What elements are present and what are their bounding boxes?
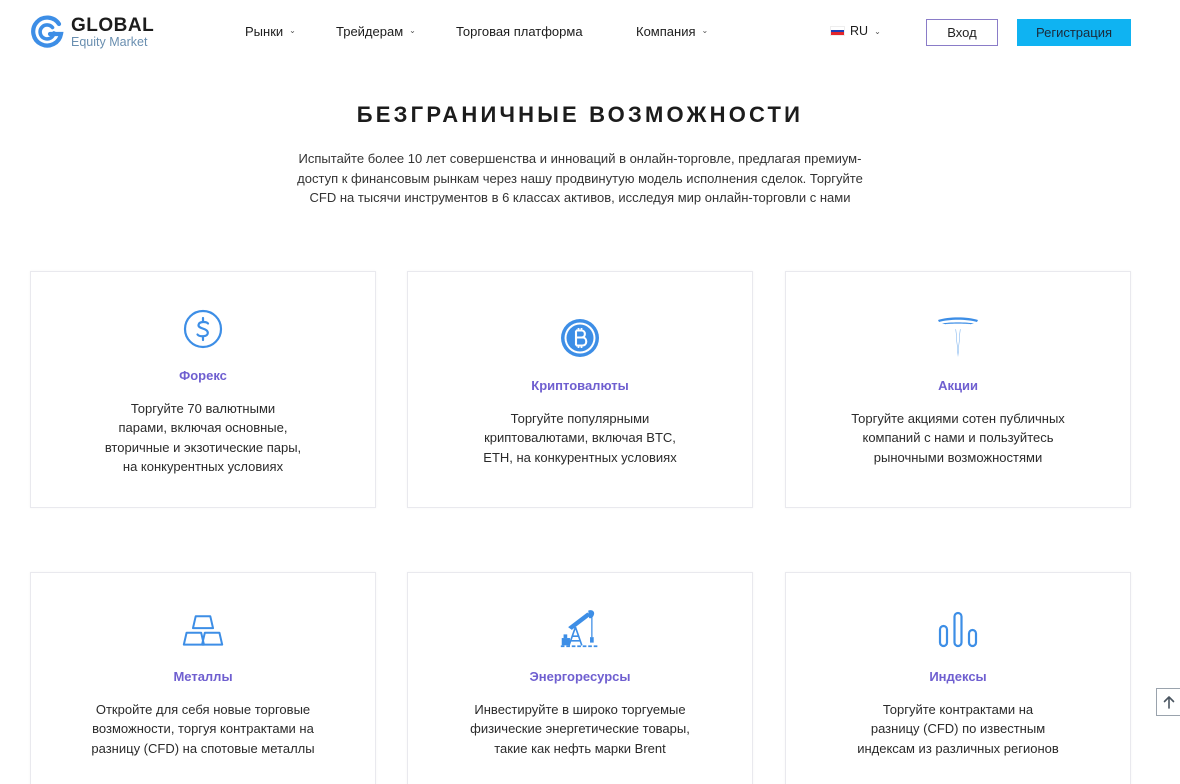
card-title: Форекс — [179, 368, 227, 383]
asset-card-energy[interactable]: Энергоресурсы Инвестируйте в широко торг… — [407, 572, 753, 784]
asset-card-indices[interactable]: Индексы Торгуйте контрактами на разницу … — [785, 572, 1131, 784]
card-line: компаний с нами и пользуйтесь — [862, 430, 1054, 446]
description-line: доступ к финансовым рынкам через нашу пр… — [297, 170, 863, 186]
nav-item-label: Компания — [636, 24, 696, 39]
arrow-up-icon — [1163, 696, 1175, 709]
russia-flag-icon — [830, 26, 845, 36]
card-line: разницу (CFD) по известным — [870, 721, 1046, 737]
section-description: Испытайте более 10 лет совершенства и ин… — [278, 149, 882, 208]
tesla-logo-icon — [938, 317, 978, 357]
asset-card-stocks[interactable]: Акции Торгуйте акциями сотен публичных к… — [785, 271, 1131, 508]
scroll-to-top-button[interactable] — [1156, 688, 1180, 716]
language-selector[interactable]: RU ⌄ — [830, 24, 881, 38]
chevron-down-icon: ⌄ — [701, 26, 709, 35]
card-title: Металлы — [173, 669, 233, 684]
chevron-down-icon: ⌄ — [409, 26, 416, 35]
card-line: Инвестируйте в широко торгуемые — [474, 702, 686, 717]
main-nav: Рынки ⌄ Трейдерам ⌄ Торговая платформа К… — [0, 24, 1180, 42]
description-line: CFD на тысячи инструментов в 6 классах а… — [309, 190, 851, 205]
nav-item-platform[interactable]: Торговая платформа — [456, 24, 583, 39]
card-line: возможности, торгуя контрактами на — [92, 721, 314, 737]
card-description: Торгуйте 70 валютными парами, включая ос… — [31, 399, 375, 476]
description-line: Испытайте более 10 лет совершенства и ин… — [298, 151, 862, 166]
card-line: рыночными возможностями — [873, 449, 1043, 465]
card-line: Откройте для себя новые торговые — [95, 702, 311, 717]
nav-item-label: Торговая платформа — [456, 24, 583, 39]
card-description: Торгуйте контрактами на разницу (CFD) по… — [786, 700, 1130, 758]
bar-chart-icon — [938, 611, 978, 648]
card-line: разницу (CFD) на спотовые металлы — [91, 740, 315, 756]
oil-pump-icon — [560, 610, 600, 648]
nav-item-label: Трейдерам — [336, 24, 404, 39]
card-line: на конкурентных условиях — [122, 458, 284, 474]
card-title: Энергоресурсы — [529, 669, 631, 684]
card-description: Торгуйте популярными криптовалютами, вкл… — [408, 409, 752, 467]
card-line: Торгуйте популярными — [510, 411, 650, 426]
card-description: Торгуйте акциями сотен публичных компани… — [786, 409, 1130, 467]
card-line: парами, включая основные, — [118, 420, 288, 436]
login-button[interactable]: Вход — [926, 19, 998, 46]
nav-item-markets[interactable]: Рынки ⌄ — [245, 24, 296, 39]
card-title: Индексы — [929, 669, 987, 684]
language-label: RU — [850, 24, 869, 38]
card-line: индексам из различных регионов — [857, 740, 1059, 756]
bitcoin-icon — [561, 319, 599, 357]
card-line: ETH, на конкурентных условиях — [483, 449, 677, 465]
chevron-down-icon: ⌄ — [289, 26, 296, 35]
card-line: Торгуйте акциями сотен публичных — [851, 411, 1065, 426]
card-line: физические энергетические товары, — [470, 721, 690, 737]
asset-card-crypto[interactable]: Криптовалюты Торгуйте популярными крипто… — [407, 271, 753, 508]
asset-card-forex[interactable]: Форекс Торгуйте 70 валютными парами, вкл… — [30, 271, 376, 508]
card-line: вторичные и экзотические пары, — [104, 439, 302, 455]
card-line: Торгуйте 70 валютными — [130, 401, 276, 416]
card-title: Акции — [938, 378, 978, 393]
site-header: GLOBAL Equity Market Рынки ⌄ Трейдерам ⌄… — [0, 0, 1180, 66]
card-line: криптовалютами, включая BTC, — [484, 430, 676, 446]
nav-item-company[interactable]: Компания ⌄ — [636, 24, 708, 39]
card-description: Инвестируйте в широко торгуемые физическ… — [408, 700, 752, 758]
chevron-down-icon: ⌄ — [874, 26, 881, 36]
nav-item-label: Рынки — [245, 24, 284, 39]
dollar-coin-icon — [183, 309, 223, 349]
section-title: БЕЗГРАНИЧНЫЕ ВОЗМОЖНОСТИ — [356, 102, 804, 127]
gold-bars-icon — [182, 615, 224, 646]
asset-card-metals[interactable]: Металлы Откройте для себя новые торговые… — [30, 572, 376, 784]
card-title: Криптовалюты — [531, 378, 629, 393]
nav-item-traders[interactable]: Трейдерам ⌄ — [336, 24, 416, 39]
card-line: Торгуйте контрактами на — [882, 702, 1034, 717]
card-line: такие как нефть марки Brent — [494, 740, 666, 756]
card-description: Откройте для себя новые торговые возможн… — [31, 700, 375, 758]
register-button[interactable]: Регистрация — [1017, 19, 1131, 46]
